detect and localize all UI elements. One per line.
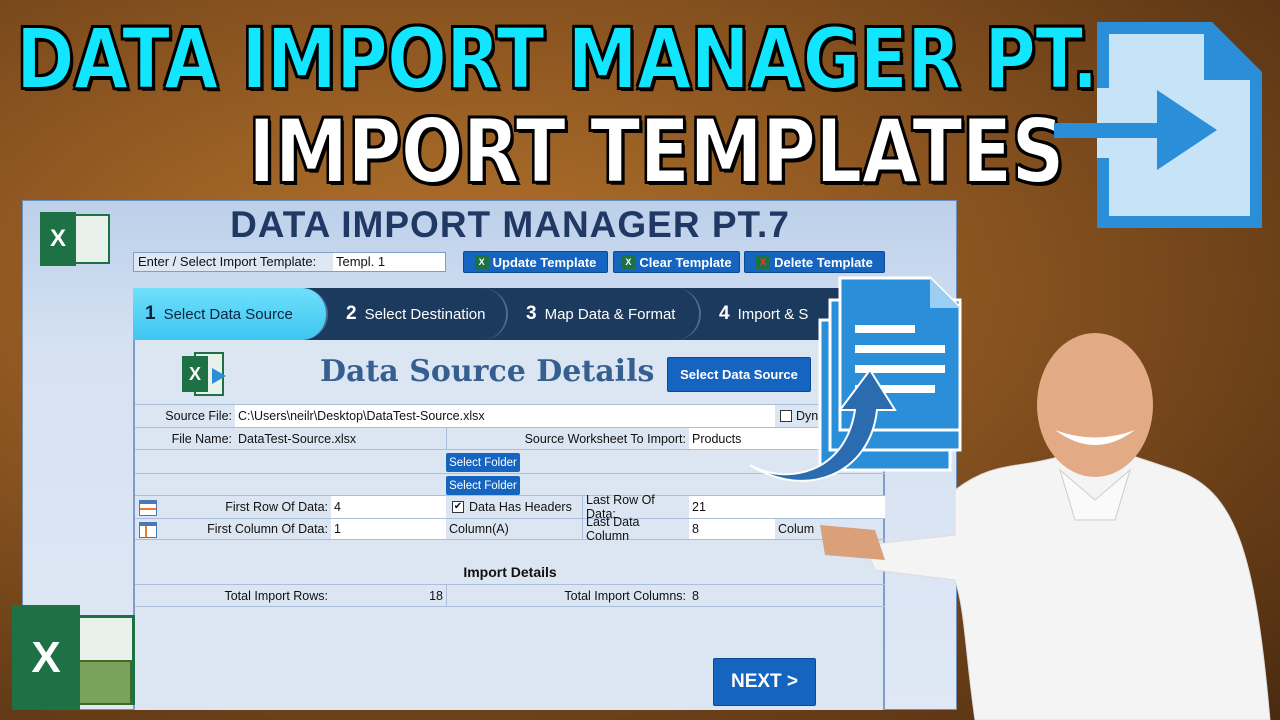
- first-column-row: First Column Of Data: 1 Column(A) Last D…: [135, 515, 885, 543]
- select-folder-button[interactable]: Select Folder: [446, 476, 520, 495]
- file-name-value: DataTest-Source.xlsx: [238, 431, 357, 446]
- step-label: Select Destination: [364, 305, 486, 323]
- first-row-row: First Row Of Data: 4 ✔ Data Has Headers L…: [135, 493, 885, 521]
- template-input[interactable]: Templ. 1: [333, 253, 445, 271]
- first-row-label: First Row Of Data:: [225, 500, 328, 514]
- columns-icon: [139, 522, 157, 538]
- section-title: Data Source Details: [320, 354, 655, 389]
- has-headers-label: Data Has Headers: [469, 500, 572, 514]
- select-folder-button[interactable]: Select Folder: [446, 453, 520, 472]
- has-headers-checkbox[interactable]: ✔ Data Has Headers: [449, 496, 581, 518]
- step-number: 1: [145, 303, 156, 324]
- update-template-button[interactable]: X Update Template: [463, 251, 608, 273]
- import-details-heading: Import Details: [463, 564, 557, 580]
- first-column-label: First Column Of Data:: [207, 522, 328, 536]
- first-column-input[interactable]: 1: [331, 519, 446, 539]
- file-import-icon: [1054, 22, 1262, 228]
- rows-icon: [139, 500, 157, 516]
- excel-import-icon: X: [182, 350, 232, 398]
- headline-title: DATA IMPORT MANAGER PT. 7: [15, 9, 1171, 109]
- next-button[interactable]: NEXT >: [713, 658, 816, 706]
- first-column-letter: Column(A): [449, 522, 509, 536]
- excel-eraser-icon: X: [621, 255, 636, 269]
- step-number: 4: [719, 303, 730, 324]
- total-rows-label: Total Import Rows:: [224, 588, 328, 603]
- delete-template-label: Delete Template: [774, 254, 873, 270]
- app-title: DATA IMPORT MANAGER PT.7: [230, 204, 790, 245]
- check-icon: ✔: [452, 501, 464, 513]
- step-label: Map Data & Format: [544, 305, 676, 323]
- last-column-label: Last Data Column: [582, 515, 689, 543]
- step-label: Select Data Source: [163, 305, 293, 323]
- headline-subtitle: IMPORT TEMPLATES: [247, 99, 1065, 204]
- tab-map-data-format[interactable]: 3 Map Data & Format: [508, 288, 701, 340]
- last-column-input[interactable]: 8: [689, 519, 775, 539]
- excel-delete-icon: X: [756, 255, 771, 269]
- clear-template-button[interactable]: X Clear Template: [613, 251, 740, 273]
- worksheet-label: Source Worksheet To Import:: [446, 428, 689, 449]
- template-label: Enter / Select Import Template:: [138, 254, 317, 269]
- total-columns-value: 8: [692, 588, 699, 603]
- first-row-input[interactable]: 4: [331, 496, 446, 518]
- excel-money-logo-icon: X: [12, 605, 136, 710]
- total-rows-value: 18: [429, 588, 443, 603]
- total-columns-label: Total Import Columns:: [446, 585, 689, 606]
- source-file-label: Source File:: [165, 409, 232, 423]
- presenter-photo: [820, 333, 1271, 720]
- totals-row: Total Import Rows: 18 Total Import Colum…: [135, 584, 885, 607]
- source-file-input[interactable]: C:\Users\neilr\Desktop\DataTest-Source.x…: [235, 405, 775, 427]
- tab-select-destination[interactable]: 2 Select Destination: [328, 288, 508, 340]
- step-number: 3: [526, 303, 537, 324]
- clear-template-label: Clear Template: [639, 254, 732, 270]
- excel-icon: X: [474, 255, 489, 269]
- tab-select-data-source[interactable]: 1 Select Data Source: [133, 288, 328, 340]
- file-name-label: File Name:: [171, 431, 232, 446]
- excel-logo-icon: X: [40, 210, 115, 268]
- template-selector: Enter / Select Import Template: Templ. 1: [133, 252, 446, 272]
- update-template-label: Update Template: [492, 254, 597, 270]
- step-number: 2: [346, 303, 357, 324]
